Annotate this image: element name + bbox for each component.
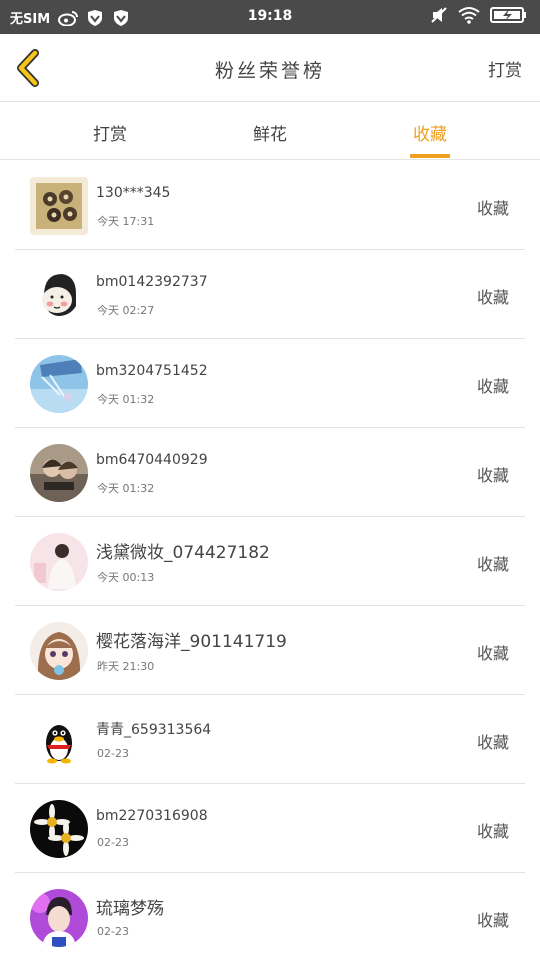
list-item[interactable]: bm6470440929 今天 01:32 收藏 (15, 428, 525, 517)
list-item[interactable]: 青青_659313564 02-23 收藏 (15, 695, 525, 784)
list-item[interactable]: 琉璃梦殇 02-23 收藏 (15, 873, 525, 960)
favorite-label: 收藏 (476, 644, 509, 663)
list-item[interactable]: bm0142392737 今天 02:27 收藏 (15, 250, 525, 339)
battery-charging-icon (490, 6, 528, 24)
user-name: bm3204751452 (96, 363, 208, 379)
favorite-label: 收藏 (476, 911, 509, 930)
timestamp: 02-23 (97, 925, 129, 938)
user-name: bm2270316908 (96, 808, 208, 824)
list-item[interactable]: bm2270316908 02-23 收藏 (15, 784, 525, 873)
timestamp: 今天 01:32 (97, 482, 155, 495)
page-title: 粉丝荣誉榜 (214, 60, 325, 82)
avatar (30, 177, 88, 235)
tab-bar: 打赏 鲜花 收藏 (0, 102, 540, 160)
avatar (30, 355, 88, 413)
list-item[interactable]: 樱花落海洋_901141719 昨天 21:30 收藏 (15, 606, 525, 695)
avatar (30, 711, 88, 769)
user-name: 琉璃梦殇 (96, 899, 164, 919)
fan-list: 130***345 今天 17:31 收藏 bm0142392737 今天 02… (15, 161, 525, 960)
tab-flowers[interactable]: 鲜花 (220, 120, 320, 145)
user-name: 青青_659313564 (96, 722, 212, 738)
avatar (30, 533, 88, 591)
user-name: 130***345 (96, 185, 171, 201)
tab-active-indicator (410, 154, 450, 158)
avatar (30, 622, 88, 680)
timestamp: 今天 00:13 (97, 571, 155, 584)
favorite-label: 收藏 (476, 733, 509, 752)
mute-icon (430, 6, 448, 24)
tab-reward[interactable]: 打赏 (60, 120, 160, 145)
user-name: 樱花落海洋_901141719 (96, 632, 287, 652)
avatar (30, 266, 88, 324)
timestamp: 今天 01:32 (97, 393, 155, 406)
timestamp: 02-23 (97, 836, 129, 849)
avatar (30, 444, 88, 502)
avatar (30, 800, 88, 858)
reward-button[interactable]: 打赏 (488, 56, 522, 81)
list-item[interactable]: 浅黛微妆_074427182 今天 00:13 收藏 (15, 517, 525, 606)
app-header: 粉丝荣誉榜 打赏 (0, 34, 540, 102)
user-name: bm0142392737 (96, 274, 208, 290)
favorite-label: 收藏 (476, 466, 509, 485)
favorite-label: 收藏 (476, 555, 509, 574)
wifi-icon (458, 6, 480, 24)
timestamp: 今天 02:27 (97, 304, 155, 317)
timestamp: 昨天 21:30 (97, 660, 155, 673)
user-name: 浅黛微妆_074427182 (96, 543, 270, 563)
list-item[interactable]: 130***345 今天 17:31 收藏 (15, 161, 525, 250)
avatar (30, 889, 88, 947)
favorite-label: 收藏 (476, 288, 509, 307)
status-bar: 无SIM 19:18 (0, 0, 540, 34)
timestamp: 02-23 (97, 747, 129, 760)
status-right (430, 6, 528, 24)
favorite-label: 收藏 (476, 199, 509, 218)
favorite-label: 收藏 (476, 822, 509, 841)
favorite-label: 收藏 (476, 377, 509, 396)
user-name: bm6470440929 (96, 452, 208, 468)
timestamp: 今天 17:31 (97, 215, 155, 228)
tab-favorites[interactable]: 收藏 (380, 120, 480, 145)
list-item[interactable]: bm3204751452 今天 01:32 收藏 (15, 339, 525, 428)
